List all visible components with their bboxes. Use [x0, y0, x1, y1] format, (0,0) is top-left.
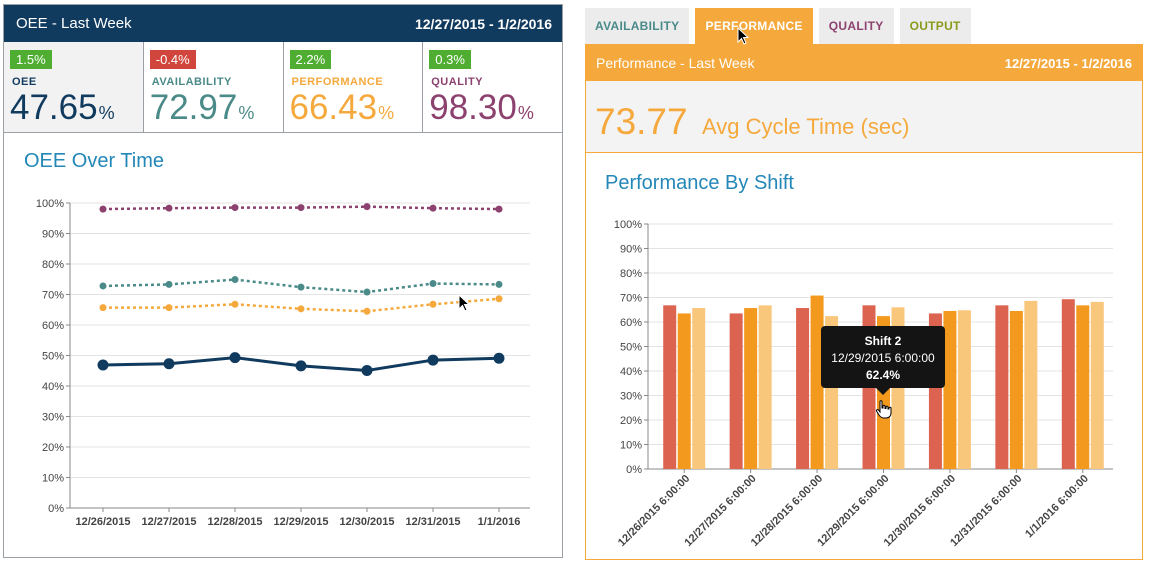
data-point-performance: [231, 300, 239, 308]
bar-shift2: [744, 308, 758, 469]
data-point-quality: [363, 203, 371, 211]
x-tick-label: 12/31/2015 6:00:00: [948, 473, 1024, 549]
y-tick-label: 20%: [620, 415, 642, 427]
x-tick-label: 12/28/2015: [207, 516, 262, 528]
bar-shift3: [692, 308, 706, 469]
bar-shift2: [677, 313, 691, 469]
y-tick-label: 90%: [42, 229, 64, 241]
data-point-availability: [495, 280, 503, 288]
x-tick-label: 1/1/2016 6:00:00: [1023, 473, 1091, 541]
bar-shift3: [1024, 300, 1038, 469]
y-tick-label: 50%: [620, 342, 642, 354]
bar-shift3: [957, 310, 971, 469]
bar-shift1: [796, 308, 810, 469]
data-point-oee: [493, 352, 505, 364]
data-point-performance: [363, 307, 371, 315]
oee-line-chart: 0% 10% 20% 30% 40% 50% 60% 70% 80% 90% 100% 12/26/2…: [36, 198, 530, 528]
y-tick-label: 100%: [36, 198, 64, 210]
x-tick-label: 12/31/2015: [405, 516, 460, 528]
bar-shift3: [1090, 301, 1104, 469]
y-tick-label: 40%: [620, 366, 642, 378]
bar-shift2: [943, 310, 957, 469]
y-tick-label: 40%: [42, 381, 64, 393]
data-point-oee: [229, 352, 241, 364]
x-tick-label: 1/1/2016: [478, 516, 521, 528]
x-tick-label: 12/28/2015 6:00:00: [749, 473, 825, 549]
hand-cursor-icon: [875, 400, 892, 419]
data-point-quality: [297, 204, 305, 212]
bar-shift2: [1076, 305, 1090, 469]
y-tick-label: 60%: [620, 317, 642, 329]
y-tick-label: 30%: [620, 391, 642, 403]
data-point-availability: [363, 288, 371, 296]
y-tick-label: 80%: [620, 268, 642, 280]
arrow-cursor-icon: [737, 27, 750, 45]
performance-bar-chart: 0% 10% 20% 30% 40% 50% 60% 70% 80% 90% 100% 12/26/2…: [614, 219, 1113, 549]
x-tick-label: 12/30/2015: [339, 516, 394, 528]
y-tick-label: 80%: [42, 259, 64, 271]
data-point-oee: [427, 354, 439, 366]
data-point-quality: [495, 205, 503, 213]
y-tick-label: 0%: [48, 503, 64, 515]
x-tick-label: 12/26/2015: [75, 516, 130, 528]
x-tick-label: 12/30/2015 6:00:00: [882, 473, 958, 549]
data-point-availability: [99, 282, 107, 290]
data-point-oee: [97, 359, 109, 371]
data-point-performance: [297, 305, 305, 313]
y-tick-label: 90%: [620, 244, 642, 256]
y-tick-label: 10%: [620, 440, 642, 452]
bar-shift3: [758, 305, 772, 469]
data-point-oee: [361, 364, 373, 376]
y-tick-label: 70%: [620, 293, 642, 305]
bar-tooltip: Shift 2 12/29/2015 6:00:00 62.4%: [821, 326, 945, 395]
x-tick-label: 12/26/2015 6:00:00: [616, 473, 692, 549]
data-point-performance: [99, 304, 107, 312]
data-point-availability: [429, 280, 437, 288]
tooltip-value: 62.4%: [865, 368, 901, 382]
y-tick-label: 30%: [42, 412, 64, 424]
y-tick-label: 50%: [42, 351, 64, 363]
data-point-oee: [295, 360, 307, 372]
data-point-quality: [165, 204, 173, 212]
y-tick-label: 0%: [626, 464, 642, 476]
x-tick-label: 12/29/2015 6:00:00: [815, 473, 891, 549]
y-tick-label: 70%: [42, 290, 64, 302]
data-point-performance: [429, 300, 437, 308]
y-tick-label: 20%: [42, 442, 64, 454]
data-point-performance: [495, 295, 503, 303]
x-tick-label: 12/27/2015: [141, 516, 196, 528]
x-tick-label: 12/27/2015 6:00:00: [682, 473, 758, 549]
data-point-availability: [297, 283, 305, 291]
data-point-quality: [231, 204, 239, 212]
y-tick-label: 60%: [42, 320, 64, 332]
bar-shift1: [663, 305, 677, 469]
data-point-performance: [165, 304, 173, 312]
data-point-quality: [429, 204, 437, 212]
x-tick-label: 12/29/2015: [273, 516, 328, 528]
bar-shift1: [1061, 299, 1075, 469]
tooltip-date: 12/29/2015 6:00:00: [831, 351, 935, 365]
tooltip-shift: Shift 2: [864, 334, 902, 348]
data-point-oee: [163, 358, 175, 370]
data-point-quality: [99, 205, 107, 213]
bar-shift1: [995, 305, 1009, 469]
data-point-availability: [231, 276, 239, 284]
y-tick-label: 10%: [42, 473, 64, 485]
bar-shift1: [729, 313, 743, 469]
bar-shift2: [1009, 310, 1023, 469]
data-point-availability: [165, 280, 173, 288]
y-tick-label: 100%: [614, 219, 642, 231]
arrow-cursor-icon: [458, 294, 471, 312]
